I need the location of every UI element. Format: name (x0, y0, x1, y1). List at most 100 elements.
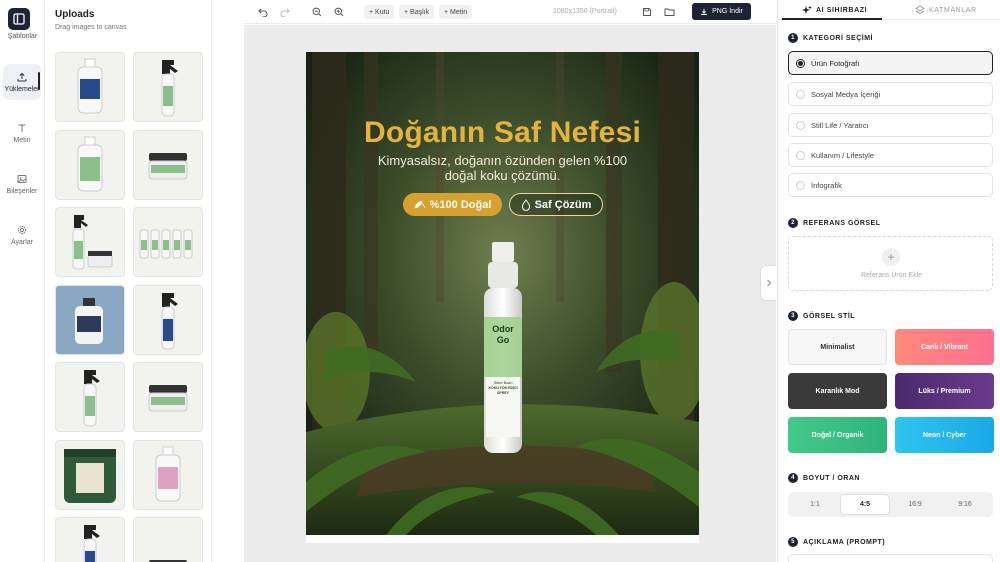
poster-subtitle[interactable]: Kimyasalsız, doğanın özünden gelen %100 … (366, 153, 639, 183)
uploads-grid (55, 52, 203, 562)
ratio-option-16-9[interactable]: 16:9 (891, 495, 939, 514)
nav-item-components[interactable]: Bileşenler (3, 166, 41, 202)
reference-upload-label: Referans Ürün Ekle (860, 272, 923, 279)
upload-thumbnail[interactable] (133, 207, 203, 277)
radio-icon (796, 120, 805, 130)
canvas-area: Odor Go Sirke Bazlı KOKU YOK EDİCİ SPREY… (244, 25, 776, 562)
ratio-option-9-16[interactable]: 9:16 (941, 495, 989, 514)
upload-thumbnail[interactable] (133, 284, 203, 355)
tab-layers[interactable]: KATMANLAR (915, 0, 977, 20)
section-title: GÖRSEL STİL (803, 312, 856, 320)
nav-templates-label[interactable]: Şablonlar (0, 33, 45, 40)
zoom-in-icon[interactable] (332, 5, 346, 19)
category-label: İnfografik (811, 180, 842, 190)
chevron-right-icon (766, 279, 771, 287)
save-icon[interactable] (640, 5, 654, 19)
collapse-panel-button[interactable] (760, 265, 776, 301)
section-title: KATEGORİ SEÇİMİ (803, 34, 873, 42)
add-text-button[interactable]: + Metin (439, 5, 473, 19)
section-title: AÇIKLAMA (PROMPT) (803, 538, 886, 546)
section-title: BOYUT / ORAN (803, 474, 860, 482)
style-option-vibrant[interactable]: Canlı / Vibrant (895, 329, 994, 365)
nav-text-label: Metin (13, 136, 31, 144)
section-prompt-header: 5 AÇIKLAMA (PROMPT) (788, 537, 885, 547)
sparkle-icon (802, 5, 812, 14)
plus-icon: + (882, 248, 900, 266)
aspect-ratio-selector: 1:1 4:5 16:9 9:16 (788, 492, 993, 517)
poster-badge-pure-label: Saf Çözüm (534, 198, 592, 211)
style-option-minimalist[interactable]: Minimalist (788, 329, 887, 365)
upload-thumbnail[interactable] (55, 284, 125, 355)
style-option-organic[interactable]: Doğal / Organik (788, 417, 887, 453)
upload-thumbnail[interactable] (55, 362, 125, 432)
upload-thumbnail[interactable] (133, 517, 203, 562)
text-icon (17, 123, 27, 133)
style-option-luxury[interactable]: Lüks / Premium (895, 373, 994, 409)
right-panel: AI SIHIRBAZI KATMANLAR 1 KATEGORİ SEÇİMİ… (777, 0, 1000, 562)
panel-tabs: AI SIHIRBAZI KATMANLAR (778, 0, 1000, 20)
upload-thumbnail[interactable] (133, 129, 203, 200)
tab-layers-label: KATMANLAR (929, 6, 977, 14)
section-ratio-header: 4 BOYUT / ORAN (788, 473, 860, 483)
section-style-header: 3 GÖRSEL STİL (788, 311, 855, 321)
uploads-subtitle: Drag images to canvas (55, 24, 127, 31)
step-number: 2 (788, 218, 798, 228)
upload-icon (17, 72, 27, 82)
radio-icon (796, 89, 805, 99)
nav-components-label: Bileşenler (6, 187, 38, 195)
bottle-label-line3: SPREY (497, 391, 509, 395)
product-bottle (484, 242, 522, 453)
folder-icon[interactable] (662, 5, 676, 19)
poster-badge-natural[interactable]: %100 Doğal (403, 193, 502, 216)
upload-thumbnail[interactable] (133, 362, 203, 432)
poster-badge-pure[interactable]: Saf Çözüm (509, 193, 603, 216)
poster-title[interactable]: Doğanın Saf Nefesi (306, 116, 699, 150)
upload-thumbnail[interactable] (133, 52, 203, 122)
canvas-bottom-edge (306, 535, 699, 543)
upload-thumbnail[interactable] (55, 439, 125, 510)
step-number: 1 (788, 33, 798, 43)
templates-logo-icon[interactable] (8, 8, 30, 30)
app-window: Şablonlar Yüklemeler Metin Bileşenler Ay… (0, 0, 1000, 562)
bottle-brand-bottom: Go (496, 335, 510, 345)
add-box-button[interactable]: + Kutu (364, 5, 395, 19)
category-option[interactable]: Kullanım / Lifestyle (788, 143, 993, 167)
download-png-button[interactable]: PNG İndir (692, 3, 751, 20)
nav-item-uploads[interactable]: Yüklemeler (3, 64, 41, 100)
reference-upload-dropzone[interactable]: + Referans Ürün Ekle (788, 236, 993, 291)
style-option-neon[interactable]: Neon / Cyber (895, 417, 994, 453)
ratio-option-1-1[interactable]: 1:1 (791, 495, 839, 514)
bottle-label-line2: KOKU YOK EDİCİ (488, 386, 518, 390)
uploads-panel: Uploads Drag images to canvas (46, 0, 212, 562)
upload-thumbnail[interactable] (55, 207, 125, 277)
ratio-option-4-5[interactable]: 4:5 (841, 495, 889, 514)
layers-icon (915, 5, 925, 15)
download-icon (701, 8, 708, 15)
step-number: 5 (788, 537, 798, 547)
add-heading-button[interactable]: + Başlık (399, 5, 435, 19)
upload-thumbnail[interactable] (133, 439, 203, 510)
nav-item-text[interactable]: Metin (3, 115, 41, 151)
category-option[interactable]: İnfografik (788, 173, 993, 197)
tab-ai-wizard[interactable]: AI SIHIRBAZI (802, 0, 867, 20)
category-option[interactable]: Sosyal Medya İçeriği (788, 82, 993, 106)
undo-icon[interactable] (256, 5, 270, 19)
nav-item-settings[interactable]: Ayarlar (3, 217, 41, 253)
upload-thumbnail[interactable] (55, 52, 125, 122)
download-png-label: PNG İndir (712, 8, 743, 15)
radio-icon (796, 180, 805, 190)
style-option-dark[interactable]: Karanlık Mod (788, 373, 887, 409)
category-label: Sosyal Medya İçeriği (811, 89, 881, 99)
upload-thumbnail[interactable] (55, 129, 125, 200)
redo-icon[interactable] (278, 5, 292, 19)
zoom-out-icon[interactable] (310, 5, 324, 19)
canvas-dimensions: 1080x1350 (Portrait) (553, 8, 617, 15)
category-option[interactable]: Still Life / Yaratıcı (788, 113, 993, 137)
prompt-textarea[interactable] (788, 554, 993, 562)
gear-icon (17, 225, 27, 235)
poster-canvas[interactable]: Odor Go Sirke Bazlı KOKU YOK EDİCİ SPREY… (306, 52, 699, 535)
upload-thumbnail[interactable] (55, 517, 125, 562)
bottle-brand-top: Odor (492, 324, 514, 334)
category-label: Kullanım / Lifestyle (811, 150, 874, 160)
category-option[interactable]: Ürün Fotoğrafı (788, 51, 993, 75)
